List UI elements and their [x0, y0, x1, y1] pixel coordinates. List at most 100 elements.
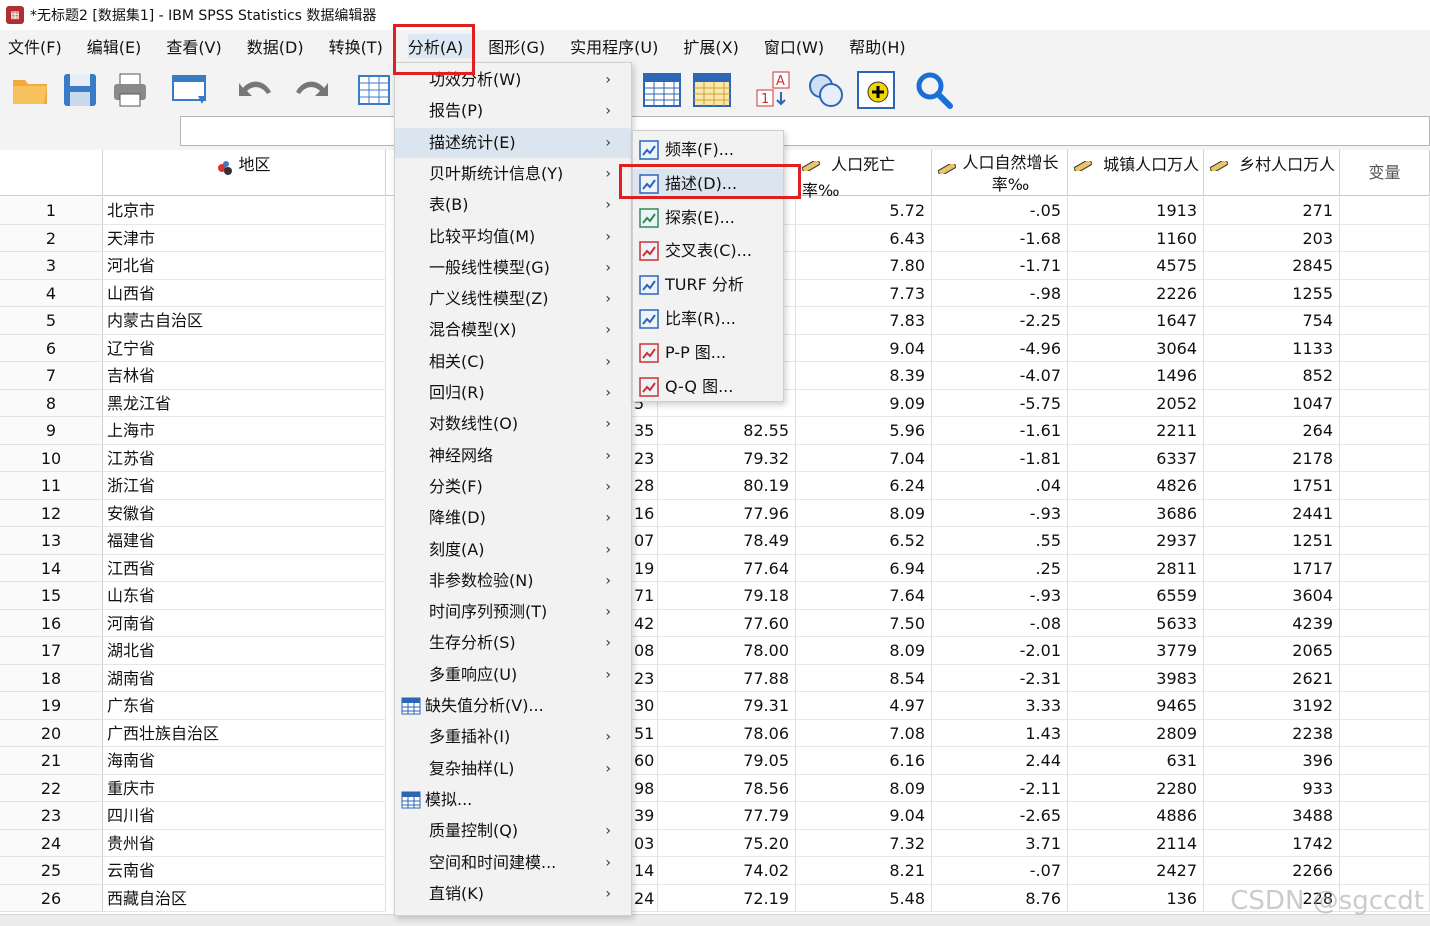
cell-life-expectancy[interactable]: 77.88 [658, 664, 796, 692]
analyze-menu-item[interactable]: 模拟... [395, 785, 631, 815]
cell-empty[interactable] [1340, 664, 1430, 692]
cell-life-expectancy[interactable]: 79.31 [658, 692, 796, 720]
cell-natural-growth[interactable]: -.05 [932, 197, 1068, 225]
cell-region[interactable]: 广西壮族自治区 [103, 719, 386, 747]
analyze-menu-item[interactable]: 一般线性模型(G) › [395, 253, 631, 283]
row-header[interactable]: 6 [0, 334, 103, 362]
cell-partial[interactable]: 71 [632, 582, 658, 610]
cell-rural[interactable]: 3192 [1204, 692, 1340, 720]
analyze-menu-item[interactable]: 空间和时间建模... › [395, 848, 631, 878]
cell-natural-growth[interactable]: -2.11 [932, 774, 1068, 802]
cell-region[interactable]: 黑龙江省 [103, 389, 386, 417]
cell-rural[interactable]: 1047 [1204, 389, 1340, 417]
row-header[interactable]: 1 [0, 197, 103, 225]
variables-icon[interactable] [642, 70, 682, 110]
insert-variable-icon[interactable]: A1 [755, 70, 795, 110]
row-header[interactable]: 20 [0, 719, 103, 747]
cell-death-rate[interactable]: 6.52 [796, 527, 932, 555]
menu-data[interactable]: 数据(D) [247, 34, 316, 58]
menu-transform[interactable]: 转换(T) [329, 34, 395, 58]
column-header-region[interactable]: 地区 [103, 150, 386, 196]
cell-urban[interactable]: 5633 [1068, 609, 1204, 637]
descriptive-menu-item[interactable]: 频率(F)... [633, 135, 783, 165]
cell-region[interactable]: 山西省 [103, 279, 386, 307]
cell-natural-growth[interactable]: -.08 [932, 609, 1068, 637]
cell-region[interactable]: 云南省 [103, 857, 386, 885]
cell-rural[interactable]: 933 [1204, 774, 1340, 802]
cell-life-expectancy[interactable]: 79.05 [658, 747, 796, 775]
cell-empty[interactable] [1340, 637, 1430, 665]
cell-empty[interactable] [1340, 334, 1430, 362]
cell-region[interactable]: 西藏自治区 [103, 884, 386, 912]
cell-rural[interactable]: 1251 [1204, 527, 1340, 555]
cell-empty[interactable] [1340, 527, 1430, 555]
cell-urban[interactable]: 3686 [1068, 499, 1204, 527]
cell-urban[interactable]: 4886 [1068, 802, 1204, 830]
cell-region[interactable]: 广东省 [103, 692, 386, 720]
row-header[interactable]: 7 [0, 362, 103, 390]
cell-empty[interactable] [1340, 857, 1430, 885]
cell-death-rate[interactable]: 8.39 [796, 362, 932, 390]
search-icon[interactable] [914, 70, 954, 110]
cell-natural-growth[interactable]: -5.75 [932, 389, 1068, 417]
use-sets-icon[interactable] [806, 70, 846, 110]
cell-natural-growth[interactable]: -1.68 [932, 224, 1068, 252]
cell-empty[interactable] [1340, 829, 1430, 857]
descriptive-menu-item[interactable]: 探索(E)... [633, 203, 783, 233]
cell-natural-growth[interactable]: -2.25 [932, 307, 1068, 335]
cell-urban[interactable]: 136 [1068, 884, 1204, 912]
cell-natural-growth[interactable]: 3.33 [932, 692, 1068, 720]
cell-urban[interactable]: 6337 [1068, 444, 1204, 472]
cell-natural-growth[interactable]: 2.44 [932, 747, 1068, 775]
cell-life-expectancy[interactable]: 77.64 [658, 554, 796, 582]
cell-rural[interactable]: 4239 [1204, 609, 1340, 637]
analyze-menu-item[interactable]: 时间序列预测(T) › [395, 597, 631, 627]
cell-death-rate[interactable]: 6.43 [796, 224, 932, 252]
cell-editor-input[interactable] [180, 116, 1430, 146]
cell-urban[interactable]: 1647 [1068, 307, 1204, 335]
cell-partial[interactable]: 23 [632, 444, 658, 472]
cell-region[interactable]: 辽宁省 [103, 334, 386, 362]
cell-rural[interactable]: 1751 [1204, 472, 1340, 500]
analyze-menu-item[interactable]: 相关(C) › [395, 347, 631, 377]
cell-death-rate[interactable]: 9.04 [796, 334, 932, 362]
cell-rural[interactable]: 2065 [1204, 637, 1340, 665]
menu-file[interactable]: 文件(F) [8, 34, 74, 58]
column-header-death-rate[interactable]: 人口死亡率‰ [796, 150, 932, 200]
cell-life-expectancy[interactable]: 80.19 [658, 472, 796, 500]
cell-empty[interactable] [1340, 417, 1430, 445]
cell-region[interactable]: 天津市 [103, 224, 386, 252]
row-header[interactable]: 4 [0, 279, 103, 307]
cell-rural[interactable]: 203 [1204, 224, 1340, 252]
cell-partial[interactable]: 98 [632, 774, 658, 802]
cell-empty[interactable] [1340, 554, 1430, 582]
cell-death-rate[interactable]: 5.72 [796, 197, 932, 225]
cell-urban[interactable]: 1496 [1068, 362, 1204, 390]
cell-region[interactable]: 河北省 [103, 252, 386, 280]
descriptive-menu-item[interactable]: 交叉表(C)... [633, 236, 783, 266]
cell-natural-growth[interactable]: .55 [932, 527, 1068, 555]
menu-view[interactable]: 查看(V) [166, 34, 233, 58]
cell-region[interactable]: 四川省 [103, 802, 386, 830]
cell-partial[interactable]: 28 [632, 472, 658, 500]
analyze-menu-item[interactable]: 直销(K) › [395, 879, 631, 909]
cell-life-expectancy[interactable]: 78.49 [658, 527, 796, 555]
cell-death-rate[interactable]: 7.73 [796, 279, 932, 307]
analyze-menu-item[interactable]: 神经网络 › [395, 441, 631, 471]
cell-urban[interactable]: 2114 [1068, 829, 1204, 857]
cell-death-rate[interactable]: 7.80 [796, 252, 932, 280]
column-header-empty-var[interactable]: 变量 [1340, 150, 1430, 196]
cell-death-rate[interactable]: 6.16 [796, 747, 932, 775]
cell-partial[interactable]: 07 [632, 527, 658, 555]
cell-rural[interactable]: 1133 [1204, 334, 1340, 362]
cell-partial[interactable]: 19 [632, 554, 658, 582]
cell-partial[interactable]: 60 [632, 747, 658, 775]
descriptive-menu-item[interactable]: Q-Q 图... [633, 372, 783, 402]
cell-life-expectancy[interactable]: 77.96 [658, 499, 796, 527]
column-header-urban[interactable]: 城镇人口万人 [1068, 150, 1204, 196]
analyze-menu-item[interactable]: 报告(P) › [395, 96, 631, 126]
analyze-menu-item[interactable]: 比较平均值(M) › [395, 222, 631, 252]
row-header[interactable]: 5 [0, 307, 103, 335]
cell-urban[interactable]: 4575 [1068, 252, 1204, 280]
cell-life-expectancy[interactable]: 77.79 [658, 802, 796, 830]
